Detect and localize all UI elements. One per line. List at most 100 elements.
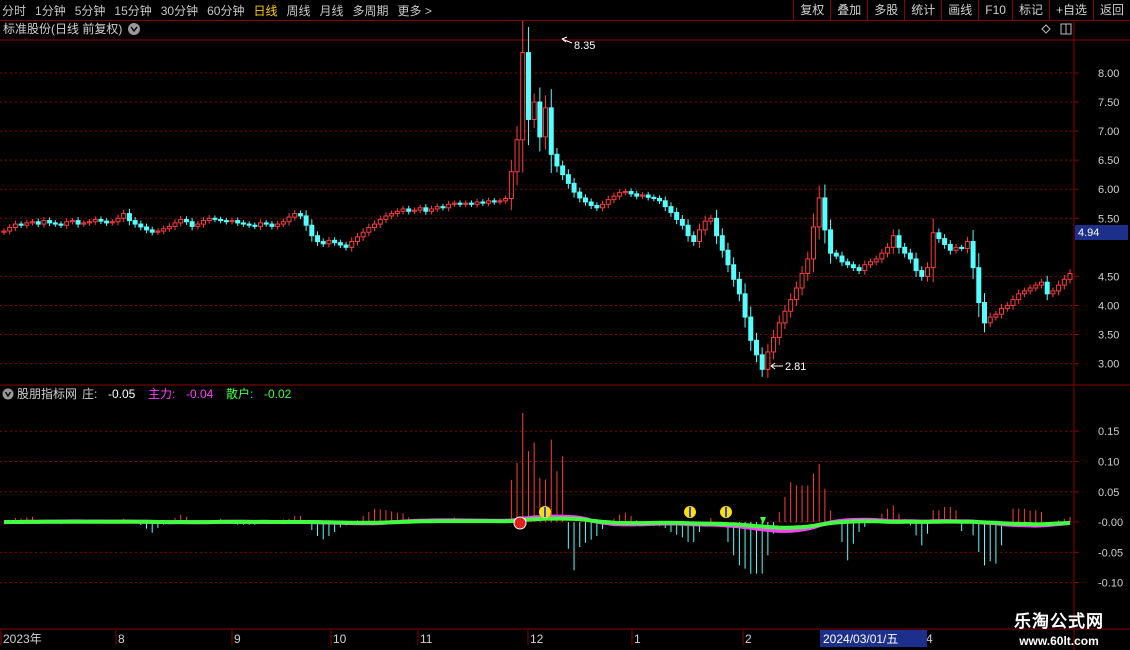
period-tab-7[interactable]: 周线 [286,2,310,19]
candle-body [993,313,999,318]
candle-body [651,196,657,200]
action-button-3[interactable]: 统计 [904,0,941,20]
candle-body [354,236,360,243]
candle-body [212,217,218,220]
candle-body [206,217,212,222]
candle-body [440,206,446,209]
candle-body [486,200,492,204]
candle-body [970,241,976,269]
candle-body [999,307,1005,315]
sell-signal-icon [513,516,527,530]
period-tab-2[interactable]: 5分钟 [75,2,106,19]
period-tabs: 分时 1分钟 5分钟 15分钟 30分钟 60分钟 日线 周线 月线 多周期 更多 > [2,0,441,20]
candle-body [537,101,543,138]
candle-body [240,222,246,225]
candle-body [913,258,919,272]
time-label: 4 [926,632,933,646]
legend-value-1: -0.04 [186,387,214,401]
candle-body [508,171,514,200]
candle-body [867,261,873,266]
candle-body [468,202,474,205]
candle-body [30,221,36,224]
candle-body [161,228,167,232]
candle-body [1044,281,1050,295]
title-dropdown-icon[interactable] [128,23,140,35]
candle-body [451,202,457,205]
main-panel-title: 标准股份(日线 前复权) [3,21,122,36]
action-button-1[interactable]: 叠加 [830,0,867,20]
candle-body [263,222,269,225]
window-icon[interactable] [1060,23,1072,35]
candle-body [1027,287,1033,292]
candle-body [896,235,902,248]
candle-body [246,223,252,226]
candle-body [47,220,53,224]
period-tab-1[interactable]: 1分钟 [35,2,66,19]
diamond-icon[interactable] [1041,24,1051,34]
candle-body [115,217,121,223]
candle-body [771,336,777,353]
period-tab-0[interactable]: 分时 [2,2,26,19]
candle-body [389,213,395,217]
candle-body [582,197,588,203]
candle-body [121,213,127,219]
candle-body [930,232,936,269]
candle-body [491,200,497,203]
period-tab-9[interactable]: 多周期 [353,2,389,19]
high-price-label: 8.35 [574,40,595,52]
chart-area[interactable]: 8.00 7.50 7.00 6.50 6.00 5.50 4.50 4.00 3.50 3.00… [0,21,1130,650]
buy-signal-icon [539,506,551,518]
candle-body [577,191,583,199]
candle-body [366,227,372,233]
period-tab-4[interactable]: 30分钟 [161,2,198,19]
candle-body [788,299,794,312]
candle-body [782,310,788,324]
candle-body [144,226,150,231]
candle-body [406,208,412,212]
price-gridlines [0,72,1074,365]
time-label: 2023年 [3,632,42,646]
candle-body [907,252,913,260]
candle-body [35,221,41,225]
action-button-7[interactable]: +自选 [1048,0,1093,20]
action-button-6[interactable]: 标记 [1011,0,1049,20]
period-tab-10[interactable]: 更多 > [398,2,432,19]
candle-body [303,215,309,226]
candle-body [229,220,235,223]
candle-body [320,241,326,245]
time-label: 10 [333,632,347,646]
candle-body [411,209,417,212]
candle-body [195,223,201,227]
sanhu-line [3,516,1071,530]
period-tab-8[interactable]: 月线 [320,2,344,19]
candle-body [132,220,138,225]
period-tab-5[interactable]: 60分钟 [207,2,244,19]
candle-body [685,224,691,237]
candle-body [885,246,891,254]
watermark-title: 乐淘公式网 [1014,612,1104,631]
cursor-date: 2024/03/01/五 [823,632,898,646]
candle-body [269,223,275,227]
action-button-0[interactable]: 复权 [793,0,830,20]
candle-body [104,220,110,224]
low-marker: 2.81 [770,361,806,373]
action-button-2[interactable]: 多股 [867,0,904,20]
period-tab-3[interactable]: 15分钟 [114,2,151,19]
candle-body [349,241,355,248]
candle-body [588,201,594,206]
candle-body [383,215,389,220]
candle-body [719,235,725,251]
period-tab-6[interactable]: 日线 [253,2,277,19]
candle-body [463,202,469,205]
action-button-5[interactable]: F10 [978,0,1012,20]
candle-body [810,226,816,260]
time-label: 2 [745,632,752,646]
time-label: 9 [234,632,241,646]
candle-body [1038,281,1044,286]
action-button-8[interactable]: 返回 [1092,0,1130,20]
candle-body [634,193,640,197]
candle-body [902,246,908,254]
candle-body [41,220,47,225]
indicator-dropdown-icon[interactable] [2,388,14,400]
action-button-4[interactable]: 画线 [941,0,978,20]
